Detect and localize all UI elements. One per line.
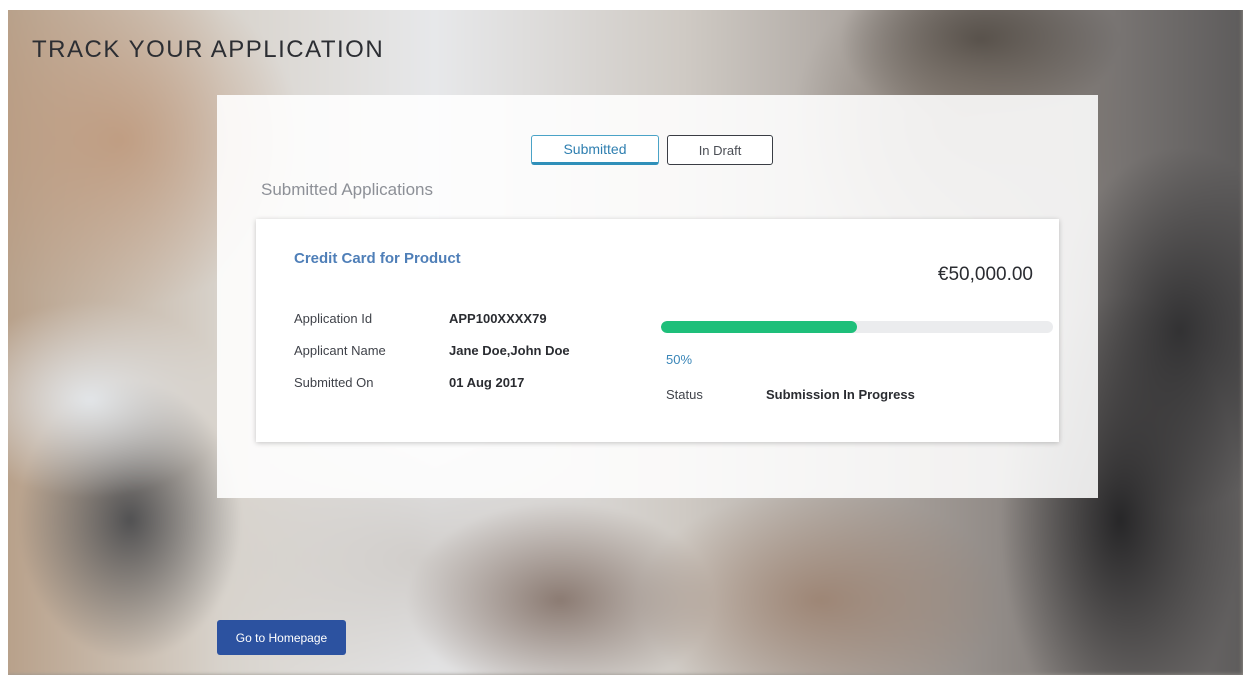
frame-left (0, 0, 8, 675)
application-tabs: Submitted In Draft (531, 135, 773, 165)
status-row: Status Submission In Progress (666, 387, 915, 402)
progress-percent: 50% (666, 352, 693, 367)
go-to-homepage-button[interactable]: Go to Homepage (217, 620, 346, 655)
applicant-name-label: Applicant Name (294, 343, 386, 358)
tab-in-draft[interactable]: In Draft (667, 135, 773, 165)
application-id-value: APP100XXXX79 (449, 311, 547, 326)
track-application-page: TRACK YOUR APPLICATION Submitted In Draf… (0, 0, 1243, 675)
status-label: Status (666, 387, 703, 402)
status-value: Submission In Progress (766, 387, 915, 402)
page-title: TRACK YOUR APPLICATION (32, 36, 385, 63)
progress-bar-fill (661, 321, 857, 333)
application-id-label: Application Id (294, 311, 373, 326)
detail-row-applicant-name: Applicant Name Jane Doe,John Doe (294, 343, 570, 358)
application-card: Credit Card for Product €50,000.00 Appli… (256, 219, 1059, 442)
detail-row-application-id: Application Id APP100XXXX79 (294, 311, 547, 326)
product-name-link[interactable]: Credit Card for Product (294, 250, 461, 267)
section-title: Submitted Applications (261, 180, 433, 199)
submitted-on-label: Submitted On (294, 375, 374, 390)
applicant-name-value: Jane Doe,John Doe (449, 343, 570, 358)
detail-row-submitted-on: Submitted On 01 Aug 2017 (294, 375, 524, 390)
progress-bar (661, 321, 1053, 333)
tab-submitted[interactable]: Submitted (531, 135, 659, 165)
submitted-on-value: 01 Aug 2017 (449, 375, 525, 390)
frame-top (0, 0, 1243, 10)
application-amount: €50,000.00 (937, 264, 1033, 285)
applications-panel: Submitted In Draft Submitted Application… (217, 95, 1098, 498)
